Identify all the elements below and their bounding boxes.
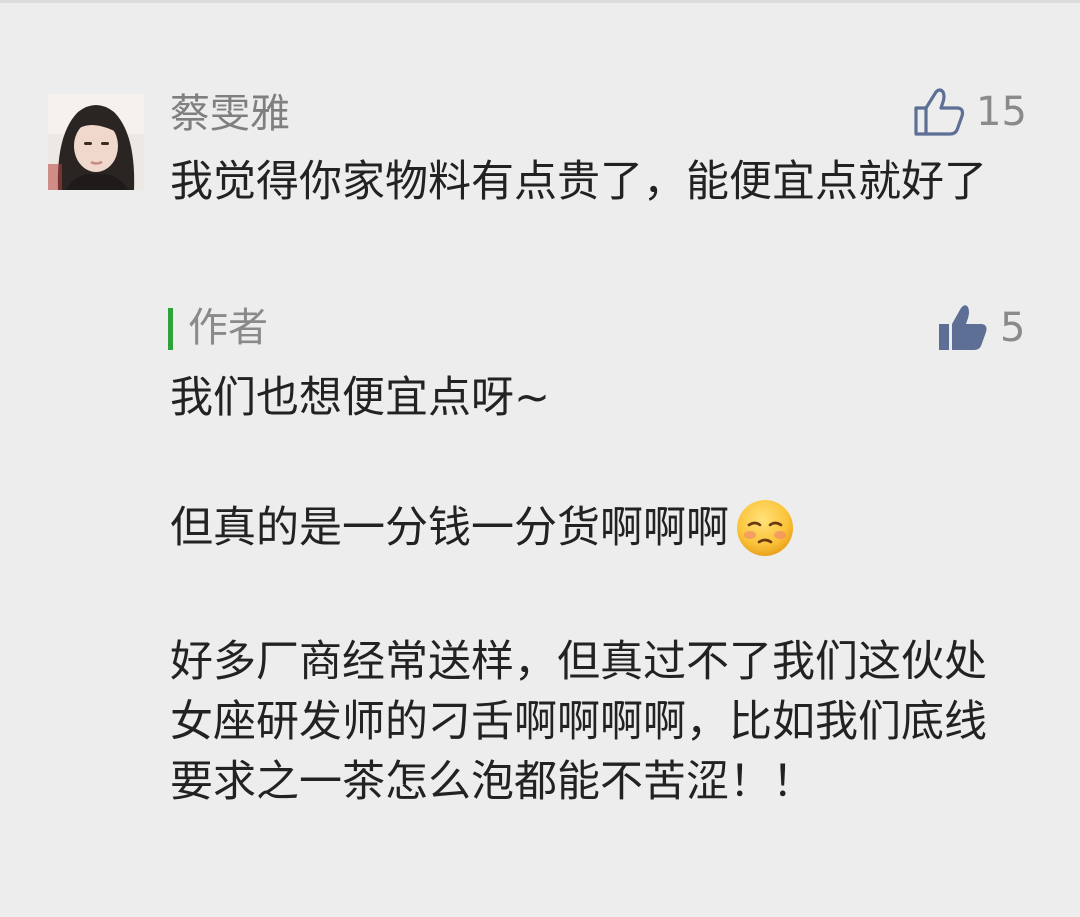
pleading-face-emoji (737, 500, 793, 556)
author-reply-line-text: 但真的是一分钱一分货啊啊啊 (170, 503, 729, 553)
top-divider (0, 0, 1080, 3)
avatar[interactable] (48, 94, 144, 190)
comment-username[interactable]: 蔡雯雅 (170, 88, 290, 140)
thumbs-up-filled-icon (939, 305, 987, 350)
author-reply-line: 但真的是一分钱一分货啊啊啊 (170, 498, 1020, 558)
author-accent-bar (168, 308, 173, 350)
comment-like-button[interactable]: 15 (912, 82, 1027, 142)
author-like-count: 5 (1000, 305, 1026, 351)
avatar-photo (48, 94, 144, 190)
author-label: 作者 (188, 305, 268, 351)
comment-like-count: 15 (976, 89, 1027, 135)
comment-text: 我觉得你家物料有点贵了，能便宜点就好了 (170, 157, 987, 207)
author-like-button[interactable]: 5 (936, 298, 1025, 358)
author-reply-line: 好多厂商经常送样，但真过不了我们这伙处女座研发师的刁舌啊啊啊啊，比如我们底线要求… (170, 637, 987, 807)
author-reply-line: 我们也想便宜点呀~ (170, 373, 551, 423)
thumbs-up-outline-icon (914, 88, 965, 136)
